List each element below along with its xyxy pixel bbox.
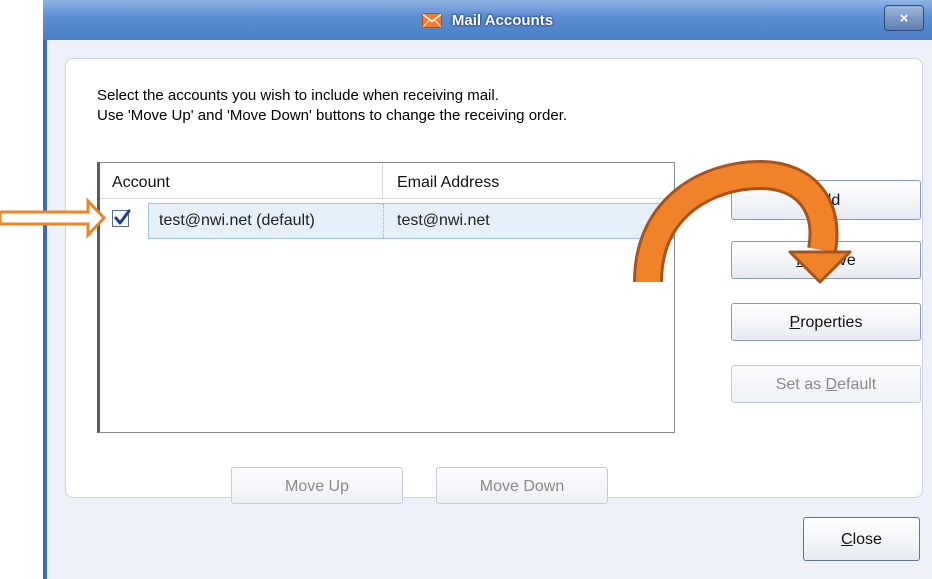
instructions: Select the accounts you wish to include … [97,86,567,126]
list-header: Account Email Address [100,163,674,199]
table-row[interactable]: test@nwi.net (default) test@nwi.net [148,203,674,239]
accounts-list[interactable]: Account Email Address test@nwi.net (defa… [97,162,675,433]
account-email-cell: test@nwi.net [397,212,490,229]
set-as-default-button[interactable]: Set as Default [731,365,921,403]
properties-button[interactable]: Properties [731,303,921,341]
remove-button[interactable]: Remove [731,241,921,279]
close-button[interactable]: Close [803,517,920,561]
window-title: Mail Accounts [451,11,554,29]
column-header-email[interactable]: Email Address [397,163,499,198]
title-bar: Mail Accounts × [43,0,932,40]
dialog-client-area: Select the accounts you wish to include … [47,40,932,579]
account-checkbox[interactable] [112,209,131,227]
column-header-account[interactable]: Account [112,163,170,198]
move-up-button[interactable]: Move Up [231,467,403,504]
envelope-icon [421,12,442,28]
move-down-button[interactable]: Move Down [436,467,608,504]
instruction-line-2: Use 'Move Up' and 'Move Down' buttons to… [97,107,568,124]
mail-accounts-window: Mail Accounts × Select the accounts you … [43,0,932,579]
checkmark-icon [114,209,131,225]
account-name-cell: test@nwi.net (default) [159,212,315,229]
instruction-line-1: Select the accounts you wish to include … [97,87,499,104]
add-button[interactable]: Add [731,180,921,220]
close-window-icon[interactable]: × [884,5,924,31]
accounts-group-box: Select the accounts you wish to include … [65,58,923,504]
